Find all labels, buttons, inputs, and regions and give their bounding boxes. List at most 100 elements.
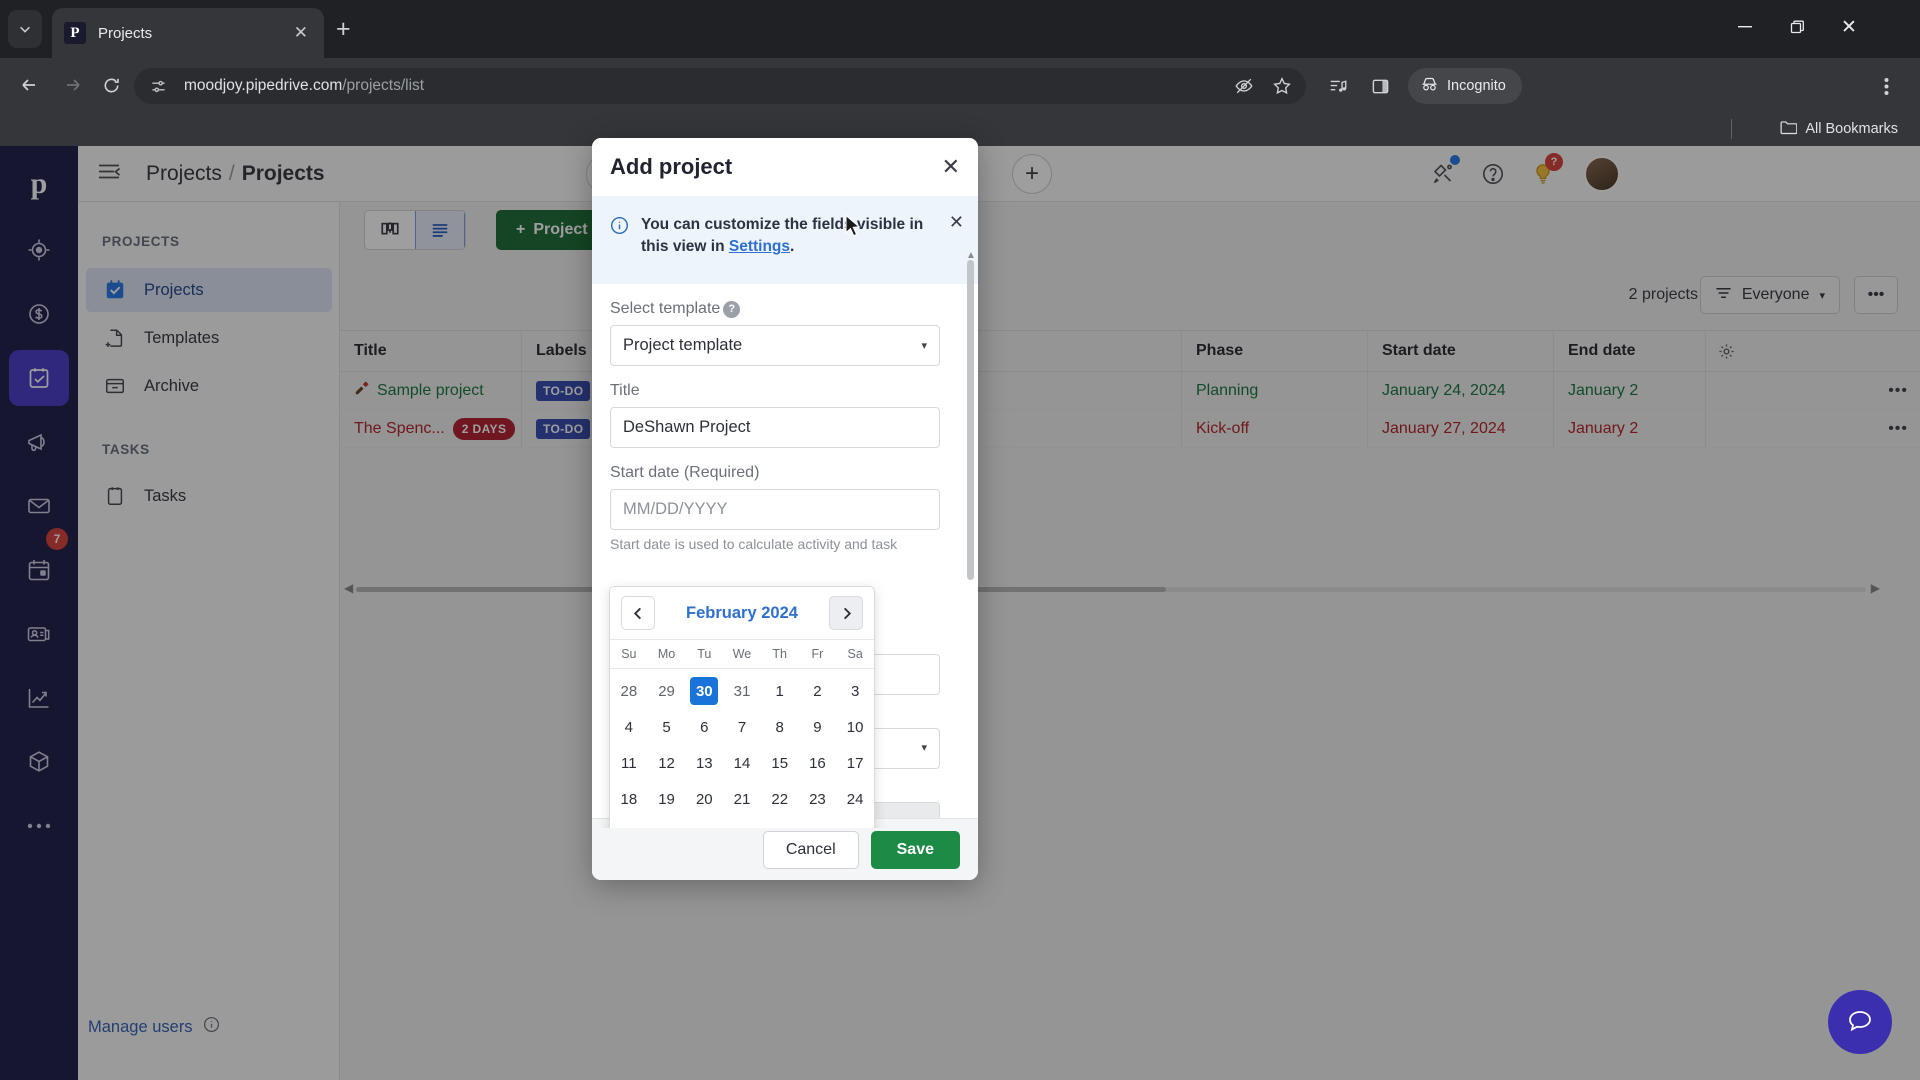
info-circle-icon[interactable] <box>203 1016 220 1038</box>
rail-item-mail[interactable] <box>9 478 69 534</box>
calendar-day[interactable]: 29 <box>648 673 686 709</box>
browser-tab[interactable]: P Projects ✕ <box>52 8 324 58</box>
calendar-day[interactable]: 9 <box>799 709 837 745</box>
rail-item-insights[interactable] <box>9 670 69 726</box>
sidebar-item-projects[interactable]: Projects <box>86 268 332 312</box>
calendar-day[interactable]: 24 <box>836 781 874 817</box>
calendar-day[interactable]: 16 <box>799 745 837 781</box>
calendar-day[interactable]: 31 <box>723 673 761 709</box>
tab-close-icon[interactable]: ✕ <box>290 23 312 43</box>
all-bookmarks-button[interactable]: All Bookmarks <box>1780 116 1898 142</box>
calendar-day[interactable]: 28 <box>723 817 761 829</box>
sidebar-item-templates[interactable]: Templates <box>86 316 332 360</box>
calendar-day[interactable]: 11 <box>610 745 648 781</box>
quick-add-button[interactable]: + <box>1012 154 1052 194</box>
chevron-left-icon[interactable] <box>621 596 655 630</box>
calendar-day[interactable]: 21 <box>723 781 761 817</box>
site-settings-icon[interactable] <box>148 76 168 96</box>
row-actions-button[interactable]: ••• <box>1888 420 1908 438</box>
calendar-day[interactable]: 13 <box>685 745 723 781</box>
calendar-day[interactable]: 10 <box>836 709 874 745</box>
manage-users-link[interactable]: Manage users <box>88 1016 220 1038</box>
calendar-day[interactable]: 1 <box>761 673 799 709</box>
calendar-day[interactable]: 12 <box>648 745 686 781</box>
column-header-phase[interactable]: Phase <box>1182 331 1368 371</box>
help-chat-fab[interactable] <box>1828 990 1892 1054</box>
lightbulb-icon[interactable]: ? <box>1526 153 1563 191</box>
column-header-title[interactable]: Title <box>340 331 522 371</box>
calendar-day[interactable]: 25 <box>610 817 648 829</box>
calendar-day[interactable]: 28 <box>610 673 648 709</box>
save-button[interactable]: Save <box>870 830 960 869</box>
column-header-end-date[interactable]: End date <box>1554 331 1706 371</box>
back-arrow-icon[interactable] <box>12 68 46 102</box>
bookmark-star-icon[interactable] <box>1266 70 1298 102</box>
row-actions-button[interactable]: ••• <box>1888 382 1908 400</box>
pipedrive-logo[interactable]: p <box>0 156 78 212</box>
calendar-day[interactable]: 5 <box>648 709 686 745</box>
calendar-day[interactable]: 22 <box>761 781 799 817</box>
list-view-icon[interactable] <box>415 211 465 249</box>
calendar-day[interactable]: 2 <box>799 673 837 709</box>
modal-scrollbar[interactable]: ▲ ▼ <box>966 250 976 828</box>
help-badge-icon[interactable]: ? <box>723 300 741 318</box>
help-circle-icon[interactable] <box>1476 157 1510 191</box>
calendar-day[interactable]: 1 <box>799 817 837 829</box>
calendar-day[interactable]: 15 <box>761 745 799 781</box>
window-minimize-button[interactable] <box>1722 8 1768 46</box>
reload-icon[interactable] <box>94 68 128 102</box>
close-icon[interactable]: ✕ <box>942 154 960 180</box>
incognito-indicator[interactable]: Incognito <box>1408 68 1522 104</box>
breadcrumb-parent[interactable]: Projects <box>146 162 222 185</box>
eye-off-icon[interactable] <box>1228 70 1260 102</box>
calendar-day[interactable]: 14 <box>723 745 761 781</box>
three-dot-menu-icon[interactable] <box>1870 70 1902 102</box>
rail-item-projects[interactable] <box>9 350 69 406</box>
rail-item-deals[interactable] <box>9 286 69 342</box>
calendar-day[interactable]: 29 <box>761 817 799 829</box>
collapse-sidebar-icon[interactable] <box>98 163 121 185</box>
calendar-day[interactable]: 7 <box>723 709 761 745</box>
rail-item-campaigns[interactable] <box>9 414 69 470</box>
integrations-icon[interactable] <box>1426 155 1460 191</box>
add-project-button[interactable]: + Project <box>496 210 608 250</box>
table-row[interactable]: The Spenc... 2 DAYS TO-DO Kick-off Janua… <box>340 410 1920 448</box>
filter-everyone-dropdown[interactable]: Everyone ▾ <box>1699 276 1840 314</box>
calendar-day[interactable]: 20 <box>685 781 723 817</box>
rail-item-contacts[interactable] <box>9 606 69 662</box>
scroll-left-arrow-icon[interactable]: ◀ <box>344 581 353 595</box>
calendar-day[interactable]: 27 <box>685 817 723 829</box>
rail-item-activities[interactable] <box>9 542 69 598</box>
scroll-right-arrow-icon[interactable]: ▶ <box>1871 581 1880 595</box>
rail-item-products[interactable] <box>9 734 69 790</box>
cancel-button[interactable]: Cancel <box>762 830 859 869</box>
board-view-icon[interactable] <box>365 211 415 249</box>
calendar-day[interactable]: 8 <box>761 709 799 745</box>
chevron-right-icon[interactable] <box>829 596 863 630</box>
calendar-day[interactable]: 18 <box>610 781 648 817</box>
calendar-day[interactable]: 19 <box>648 781 686 817</box>
calendar-day[interactable]: 26 <box>648 817 686 829</box>
sidebar-item-tasks[interactable]: Tasks <box>86 474 332 518</box>
column-header-start-date[interactable]: Start date <box>1368 331 1554 371</box>
tab-search-chevron-icon[interactable] <box>8 10 42 48</box>
avatar[interactable] <box>1584 156 1620 192</box>
side-panel-icon[interactable] <box>1364 70 1396 102</box>
start-date-input[interactable]: MM/DD/YYYY <box>610 489 940 530</box>
calendar-day[interactable]: 4 <box>610 709 648 745</box>
window-close-button[interactable]: ✕ <box>1826 8 1872 46</box>
media-control-icon[interactable] <box>1322 70 1354 102</box>
close-icon[interactable]: ✕ <box>949 212 964 233</box>
new-tab-button[interactable]: + <box>336 17 351 42</box>
select-template-dropdown[interactable]: Project template ▾ <box>610 325 940 366</box>
table-row[interactable]: Sample project TO-DO Planning January 24… <box>340 372 1920 410</box>
list-more-button[interactable]: ••• <box>1854 276 1898 314</box>
window-maximize-button[interactable] <box>1774 8 1820 46</box>
sidebar-item-archive[interactable]: Archive <box>86 364 332 408</box>
title-input[interactable]: DeShawn Project <box>610 407 940 448</box>
rail-item-more[interactable] <box>9 798 69 854</box>
column-settings-gear-icon[interactable] <box>1706 331 1746 371</box>
calendar-day[interactable]: 2 <box>836 817 874 829</box>
calendar-day[interactable]: 17 <box>836 745 874 781</box>
calendar-day[interactable]: 6 <box>685 709 723 745</box>
